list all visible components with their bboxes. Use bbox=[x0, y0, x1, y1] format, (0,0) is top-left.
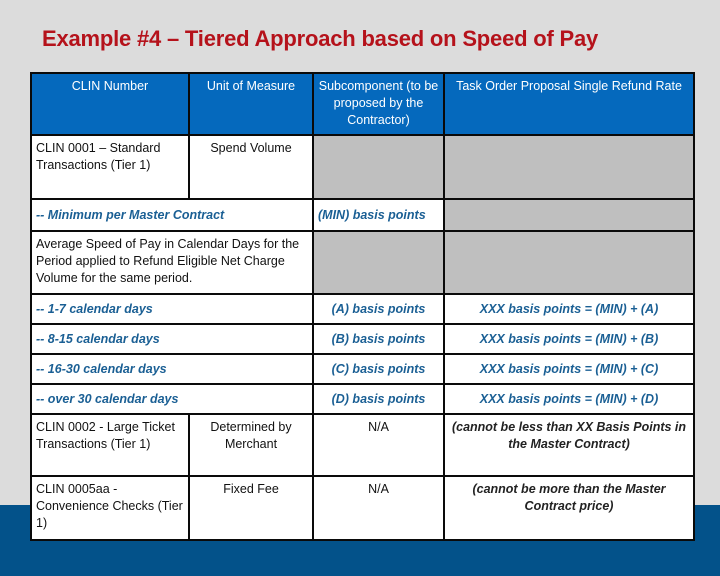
speed-of-pay-note: Average Speed of Pay in Calendar Days fo… bbox=[30, 230, 314, 295]
clin-0005aa-unit: Fixed Fee bbox=[188, 475, 314, 541]
table-row: CLIN 0002 - Large Ticket Transactions (T… bbox=[30, 413, 695, 477]
pricing-table: CLIN Number Unit of Measure Subcomponent… bbox=[30, 72, 695, 541]
clin-0002-cell: CLIN 0002 - Large Ticket Transactions (T… bbox=[30, 413, 190, 477]
table-row: -- over 30 calendar days (D) basis point… bbox=[30, 383, 695, 415]
tier-label: -- 8-15 calendar days bbox=[30, 323, 314, 355]
tier-label: -- over 30 calendar days bbox=[30, 383, 314, 415]
tier-rate: XXX basis points = (MIN) + (D) bbox=[443, 383, 695, 415]
tier-rate: XXX basis points = (MIN) + (C) bbox=[443, 353, 695, 385]
gray-cell bbox=[312, 230, 445, 295]
table-row: -- 16-30 calendar days (C) basis points … bbox=[30, 353, 695, 385]
clin-0002-subcomponent: N/A bbox=[312, 413, 445, 477]
slide-title: Example #4 – Tiered Approach based on Sp… bbox=[42, 26, 599, 51]
clin-0005aa-subcomponent: N/A bbox=[312, 475, 445, 541]
clin-0005aa-cell: CLIN 0005aa - Convenience Checks (Tier 1… bbox=[30, 475, 190, 541]
table-header-row: CLIN Number Unit of Measure Subcomponent… bbox=[30, 72, 695, 136]
tier-subcomponent: (D) basis points bbox=[312, 383, 445, 415]
tier-subcomponent: (C) basis points bbox=[312, 353, 445, 385]
header-clin-number: CLIN Number bbox=[30, 72, 190, 136]
table-row: Average Speed of Pay in Calendar Days fo… bbox=[30, 230, 695, 295]
table-row: CLIN 0001 – Standard Transactions (Tier … bbox=[30, 134, 695, 200]
tier-subcomponent: (A) basis points bbox=[312, 293, 445, 325]
minimum-label: -- Minimum per Master Contract bbox=[30, 198, 314, 232]
tier-rate: XXX basis points = (MIN) + (B) bbox=[443, 323, 695, 355]
table-row: -- Minimum per Master Contract (MIN) bas… bbox=[30, 198, 695, 232]
clin-0002-unit: Determined by Merchant bbox=[188, 413, 314, 477]
gray-cell bbox=[312, 134, 445, 200]
gray-cell bbox=[443, 134, 695, 200]
minimum-subcomponent: (MIN) basis points bbox=[312, 198, 445, 232]
header-subcomponent: Subcomponent (to be proposed by the Cont… bbox=[312, 72, 445, 136]
table-row: -- 1-7 calendar days (A) basis points XX… bbox=[30, 293, 695, 325]
clin-0005aa-rate: (cannot be more than the Master Contract… bbox=[443, 475, 695, 541]
tier-subcomponent: (B) basis points bbox=[312, 323, 445, 355]
gray-cell bbox=[443, 230, 695, 295]
table-row: -- 8-15 calendar days (B) basis points X… bbox=[30, 323, 695, 355]
tier-rate: XXX basis points = (MIN) + (A) bbox=[443, 293, 695, 325]
header-refund-rate: Task Order Proposal Single Refund Rate bbox=[443, 72, 695, 136]
header-unit-of-measure: Unit of Measure bbox=[188, 72, 314, 136]
clin-0001-cell: CLIN 0001 – Standard Transactions (Tier … bbox=[30, 134, 190, 200]
table-row: CLIN 0005aa - Convenience Checks (Tier 1… bbox=[30, 475, 695, 541]
clin-0001-unit: Spend Volume bbox=[188, 134, 314, 200]
tier-label: -- 16-30 calendar days bbox=[30, 353, 314, 385]
clin-0002-rate: (cannot be less than XX Basis Points in … bbox=[443, 413, 695, 477]
gray-cell bbox=[443, 198, 695, 232]
tier-label: -- 1-7 calendar days bbox=[30, 293, 314, 325]
